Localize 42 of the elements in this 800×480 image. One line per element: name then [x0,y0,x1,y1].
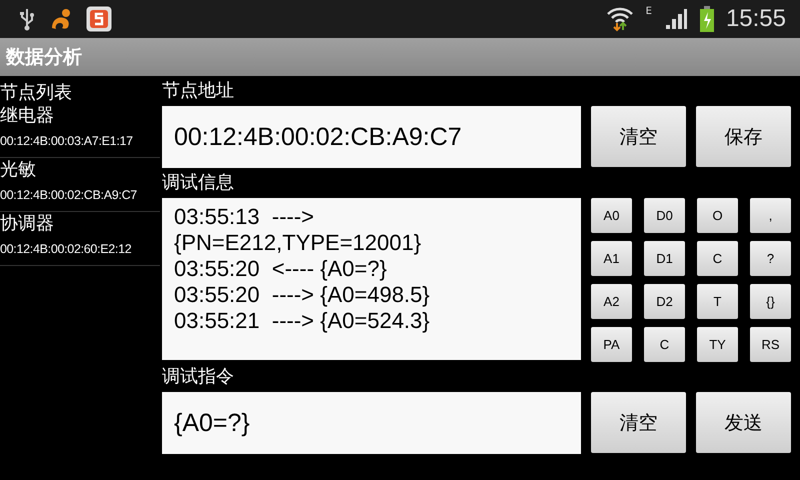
usb-icon [18,7,36,31]
section-label: 调试指令 [162,365,235,389]
key-button[interactable]: A0 [591,198,632,233]
action-button[interactable]: 清空 [591,106,686,167]
node-list-item[interactable]: 继电器 00:12:4B:00:03:A7:E1:17 [0,104,160,158]
command-field[interactable]: {A0=?} [162,392,581,454]
signal-icon [664,7,688,31]
key-button[interactable]: A2 [591,284,632,319]
wifi-icon [606,6,634,32]
node-list-item[interactable]: 光敏 00:12:4B:00:02:CB:A9:C7 [0,158,160,212]
key-button[interactable]: TY [697,327,738,362]
key-button[interactable]: C [644,327,685,362]
section-label: 调试信息 [162,171,235,195]
battery-icon [700,6,714,32]
node-list-title: 节点列表 [0,81,73,104]
key-button[interactable]: A1 [591,241,632,276]
action-button[interactable]: 保存 [696,106,791,167]
key-button[interactable]: , [750,198,791,233]
key-button[interactable]: C [697,241,738,276]
key-button[interactable]: ? [750,241,791,276]
key-button[interactable]: D1 [644,241,685,276]
log-line: 03:55:20 <---- {A0=?} [174,256,388,282]
key-button[interactable]: D0 [644,198,685,233]
key-button[interactable]: PA [591,327,632,362]
log-line: 03:55:13 ----> [174,204,316,230]
log-line: 03:55:20 ----> {A0=498.5} [174,282,431,308]
node-list-item[interactable]: 协调器 00:12:4B:00:02:60:E2:12 [0,212,160,266]
clock: 15:55 [726,5,786,33]
log-line: {PN=E212,TYPE=12001} [174,230,422,256]
network-type: E [646,6,652,17]
app-icon [86,6,112,32]
log-line: 03:55:21 ----> {A0=524.3} [174,308,431,334]
key-button[interactable]: {} [750,284,791,319]
app-title: 数据分析 [6,45,82,70]
key-button[interactable]: D2 [644,284,685,319]
action-button[interactable]: 发送 [696,392,791,453]
section-label: 节点地址 [162,79,235,103]
address-field[interactable]: 00:12:4B:00:02:CB:A9:C7 [162,106,581,168]
key-button[interactable]: O [697,198,738,233]
action-button[interactable]: 清空 [591,392,686,453]
key-button[interactable]: RS [750,327,791,362]
key-button[interactable]: T [697,284,738,319]
